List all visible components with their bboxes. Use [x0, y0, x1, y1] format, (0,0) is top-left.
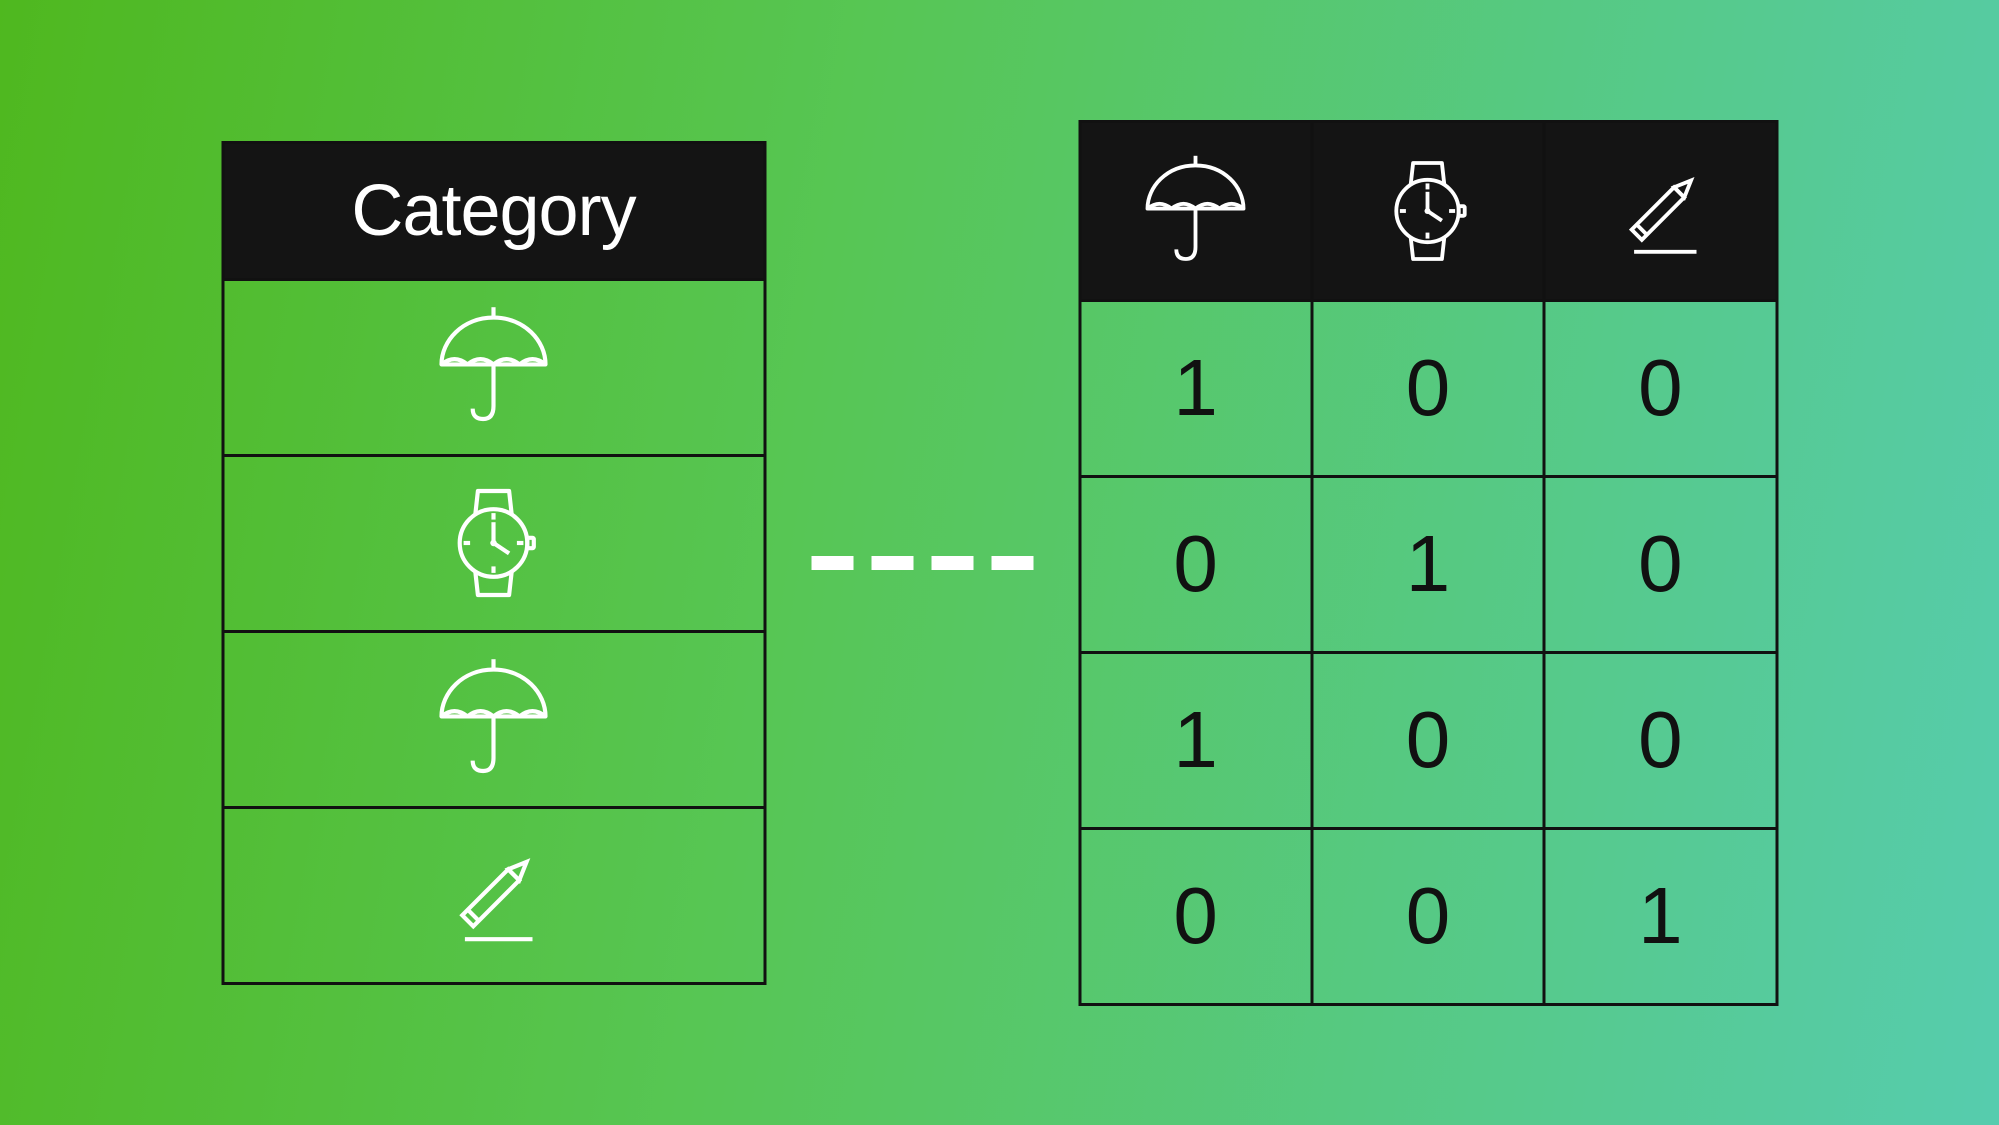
encoded-header-row: [1081, 123, 1775, 299]
arrow-dash: [811, 556, 853, 570]
umbrella-icon: [429, 654, 559, 784]
category-table: Category: [221, 141, 766, 985]
pencil-icon: [1600, 151, 1720, 271]
category-header: Category: [224, 144, 763, 278]
encoded-row: 0 1 0: [1081, 475, 1775, 651]
umbrella-icon: [429, 302, 559, 432]
encoded-cell: 1: [1310, 478, 1542, 651]
category-row: [224, 454, 763, 630]
arrow-dash: [931, 556, 973, 570]
encoded-table: 1 0 0 0 1 0 1 0 0 0 0 1: [1078, 120, 1778, 1006]
encoded-cell: 1: [1081, 654, 1310, 827]
encoded-cell: 0: [1310, 830, 1542, 1003]
category-row: [224, 278, 763, 454]
encoded-row: 1 0 0: [1081, 651, 1775, 827]
encoded-cell: 0: [1310, 302, 1542, 475]
encoded-row: 0 0 1: [1081, 827, 1775, 1003]
encoded-header-cell: [1310, 123, 1542, 299]
umbrella-icon: [1136, 151, 1256, 271]
watch-icon: [1368, 151, 1488, 271]
encoded-row: 1 0 0: [1081, 299, 1775, 475]
watch-icon: [429, 478, 559, 608]
category-row: [224, 630, 763, 806]
encoded-cell: 0: [1081, 830, 1310, 1003]
pencil-icon: [429, 830, 559, 960]
encoded-cell: 0: [1081, 478, 1310, 651]
encoded-header-cell: [1543, 123, 1775, 299]
arrow-dash: [871, 556, 913, 570]
category-row: [224, 806, 763, 982]
encoded-cell: 1: [1081, 302, 1310, 475]
arrow-dash: [991, 556, 1033, 570]
encoded-cell: 0: [1543, 302, 1775, 475]
encoded-cell: 0: [1310, 654, 1542, 827]
encoded-header-cell: [1081, 123, 1310, 299]
encoded-cell: 1: [1543, 830, 1775, 1003]
one-hot-encoding-diagram: Category: [221, 120, 1778, 1006]
transform-arrow: [811, 556, 1033, 570]
encoded-cell: 0: [1543, 654, 1775, 827]
encoded-cell: 0: [1543, 478, 1775, 651]
